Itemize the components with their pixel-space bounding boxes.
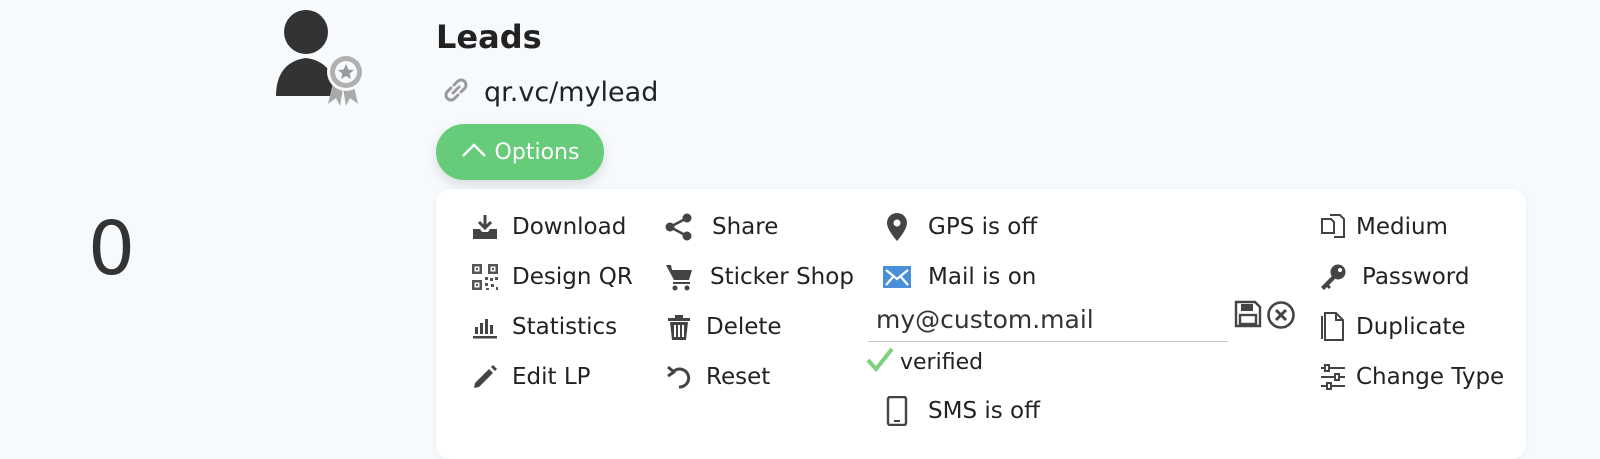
share-button[interactable]: Share	[664, 212, 778, 242]
cancel-icon[interactable]	[1266, 300, 1296, 330]
gps-status: GPS is off	[928, 214, 1038, 240]
download-button[interactable]: Download	[470, 212, 626, 242]
bar-chart-icon	[470, 312, 500, 342]
delete-label: Delete	[706, 314, 782, 340]
short-link[interactable]: qr.vc/mylead	[484, 77, 658, 108]
verified-label: verified	[900, 349, 984, 375]
share-icon	[664, 212, 694, 242]
edit-lp-button[interactable]: Edit LP	[470, 362, 591, 392]
save-icon[interactable]	[1234, 300, 1262, 330]
duplicate-button[interactable]: Duplicate	[1318, 312, 1466, 342]
undo-icon	[664, 362, 694, 392]
download-icon	[470, 212, 500, 242]
mail-input[interactable]: my@custom.mail	[868, 298, 1228, 342]
map-pin-icon	[882, 212, 912, 242]
design-qr-button[interactable]: Design QR	[470, 262, 633, 292]
password-button[interactable]: Password	[1318, 262, 1469, 292]
qr-code-icon	[470, 262, 500, 292]
page-title: Leads	[436, 18, 542, 56]
key-icon	[1318, 262, 1348, 292]
reset-button[interactable]: Reset	[664, 362, 770, 392]
document-icon	[1318, 312, 1348, 342]
gps-toggle[interactable]: GPS is off	[882, 212, 1037, 242]
cart-icon	[664, 262, 694, 292]
chevron-up-icon	[461, 140, 487, 165]
change-type-label: Change Type	[1356, 364, 1505, 390]
user-award-icon	[276, 4, 372, 108]
checkmark-icon	[866, 346, 894, 378]
delete-button[interactable]: Delete	[664, 312, 782, 342]
share-label: Share	[712, 214, 779, 240]
lead-count: 0	[88, 206, 136, 292]
sticker-shop-label: Sticker Shop	[710, 264, 854, 290]
sms-toggle[interactable]: SMS is off	[882, 396, 1040, 426]
short-link-row[interactable]: qr.vc/mylead	[440, 74, 658, 110]
statistics-label: Statistics	[512, 314, 618, 340]
edit-lp-label: Edit LP	[512, 364, 591, 390]
sliders-icon	[1318, 362, 1348, 392]
sms-status: SMS is off	[928, 398, 1040, 424]
copy-pages-icon	[1318, 212, 1348, 242]
statistics-button[interactable]: Statistics	[470, 312, 617, 342]
change-type-button[interactable]: Change Type	[1318, 362, 1504, 392]
trash-icon	[664, 312, 694, 342]
phone-icon	[882, 396, 912, 426]
mail-status: Mail is on	[928, 264, 1037, 290]
link-icon	[440, 74, 472, 110]
download-label: Download	[512, 214, 627, 240]
pencil-icon	[470, 362, 500, 392]
design-qr-label: Design QR	[512, 264, 633, 290]
sticker-shop-button[interactable]: Sticker Shop	[664, 262, 854, 292]
medium-button[interactable]: Medium	[1318, 212, 1448, 242]
options-button[interactable]: Options	[436, 124, 604, 180]
options-label: Options	[494, 139, 580, 165]
duplicate-label: Duplicate	[1356, 314, 1466, 340]
mail-icon	[882, 262, 912, 292]
mail-toggle[interactable]: Mail is on	[882, 262, 1036, 292]
medium-label: Medium	[1356, 214, 1448, 240]
password-label: Password	[1362, 264, 1470, 290]
verified-status: verified	[866, 346, 983, 378]
reset-label: Reset	[706, 364, 771, 390]
